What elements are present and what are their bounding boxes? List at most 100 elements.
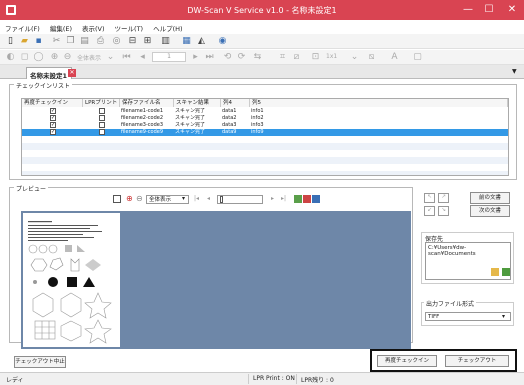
menu-help[interactable]: ヘルプ(H) — [148, 20, 187, 33]
last-page-icon[interactable]: ▸| — [281, 195, 286, 202]
open-icon[interactable]: ▰ — [19, 36, 30, 47]
column-header[interactable]: 保存ファイル名 — [120, 99, 174, 107]
prev-page-icon[interactable]: ◂ — [207, 195, 210, 202]
first-page-icon[interactable]: ⏮ — [121, 52, 132, 63]
checkbox[interactable]: ✓ — [50, 115, 56, 121]
new-icon[interactable]: ▯ — [5, 36, 16, 47]
checkout-icon[interactable]: ◭ — [196, 36, 207, 47]
menu-view[interactable]: 表示(V) — [77, 20, 110, 33]
lpr-cell[interactable] — [83, 115, 120, 122]
checkbox[interactable] — [99, 108, 105, 114]
zoom-dropdown-icon[interactable]: ⌄ — [105, 52, 116, 63]
lpr-cell[interactable] — [83, 108, 120, 115]
checkin-table[interactable]: 再度チェックイン LPRプリント 保存ファイル名 スキャン結果 列4 列5 ✓ f… — [21, 98, 509, 176]
table-row[interactable]: ✓ filename2-code2 スキャン完了 data2 info2 — [22, 115, 508, 122]
checkbox[interactable] — [99, 115, 105, 121]
page-slider-thumb[interactable] — [220, 196, 223, 203]
filter-icon[interactable]: ⧅ — [366, 52, 377, 63]
prev-document-button[interactable]: 前の文書 — [470, 192, 510, 204]
stop-checkout-button[interactable]: チェックアウト中止 — [14, 356, 66, 368]
image-icon[interactable] — [303, 195, 311, 203]
table-row[interactable]: ✓ filename3-code3 スキャン完了 data3 info3 — [22, 122, 508, 129]
paste-icon[interactable]: ▤ — [79, 36, 90, 47]
close-button[interactable]: ✕ — [500, 0, 524, 20]
first-page-icon[interactable]: |◂ — [194, 195, 199, 202]
recheck-cell[interactable]: ✓ — [22, 115, 83, 122]
cut-icon[interactable]: ✂ — [51, 36, 62, 47]
fit-page-icon[interactable] — [113, 195, 121, 203]
tab-close-icon[interactable]: ✕ — [68, 69, 76, 77]
zoom-select[interactable]: 全体表示 — [77, 53, 101, 62]
menu-file[interactable]: ファイル(F) — [0, 20, 45, 33]
recheckin-button[interactable]: 再度チェックイン — [377, 355, 437, 367]
last-page-icon[interactable]: ⏭ — [204, 52, 215, 63]
rotate-left-icon[interactable]: ⟲ — [222, 52, 233, 63]
flip-icon[interactable]: ⇆ — [252, 52, 263, 63]
zoom-in-icon[interactable]: ⊕ — [126, 194, 133, 203]
export-icon[interactable] — [294, 195, 302, 203]
rotate-right-icon[interactable]: ⟳ — [236, 52, 247, 63]
tab-document[interactable]: 名称未設定1 — [26, 67, 72, 80]
format-select[interactable]: TIFF — [425, 312, 511, 321]
next-document-button[interactable]: 次の文書 — [470, 205, 510, 217]
chevron-down-icon[interactable]: ▾ — [502, 313, 505, 320]
scan-icon[interactable]: ◎ — [111, 36, 122, 47]
copy-icon[interactable]: ❐ — [65, 36, 76, 47]
column-header[interactable]: 再度チェックイン — [22, 99, 83, 107]
column-header[interactable]: 列4 — [221, 99, 250, 107]
page-slider[interactable] — [217, 195, 263, 204]
lpr-cell[interactable] — [83, 122, 120, 129]
checkbox[interactable] — [99, 129, 105, 135]
minimize-button[interactable]: — — [458, 0, 478, 20]
chevron-down-icon[interactable]: ▾ — [182, 195, 185, 202]
next-page-icon[interactable]: ▸ — [271, 195, 274, 202]
checkbox[interactable] — [99, 122, 105, 128]
tab-menu-icon[interactable]: ▼ — [512, 68, 517, 75]
select-icon[interactable]: ◻ — [19, 52, 30, 63]
size-dropdown-icon[interactable]: ⌄ — [349, 52, 360, 63]
refresh-icon[interactable] — [502, 268, 510, 276]
save-icon[interactable]: ▪ — [33, 36, 44, 47]
recheck-cell[interactable]: ✓ — [22, 108, 83, 115]
column-header[interactable]: スキャン結果 — [174, 99, 221, 107]
zoom-out-icon[interactable]: ⊖ — [136, 194, 143, 203]
nav-down-right-icon[interactable]: ↘ — [438, 206, 449, 216]
frame-icon[interactable]: ▢ — [412, 52, 423, 63]
crop-icon[interactable]: ⌗ — [277, 52, 288, 63]
prev-page-icon[interactable]: ◂ — [137, 52, 148, 63]
thumbnail-icon[interactable]: ▦ — [181, 36, 192, 47]
lasso-icon[interactable]: ◯ — [33, 52, 44, 63]
column-header[interactable]: 列5 — [250, 99, 508, 107]
zoom-out-icon[interactable]: ⊖ — [62, 52, 73, 63]
table-row[interactable]: ✓ filename9-code9 スキャン完了 data9 info9 — [22, 129, 508, 136]
checkbox[interactable]: ✓ — [50, 122, 56, 128]
fit-icon[interactable]: ⊡ — [310, 52, 321, 63]
nav-down-left-icon[interactable]: ↙ — [424, 206, 435, 216]
capture-icon[interactable]: ◐ — [5, 52, 16, 63]
menu-edit[interactable]: 編集(E) — [45, 20, 77, 33]
folder-icon[interactable] — [491, 268, 499, 276]
maximize-button[interactable]: ☐ — [479, 0, 499, 20]
column-header[interactable]: LPRプリント — [83, 99, 120, 107]
text-icon[interactable]: A — [389, 52, 400, 63]
nav-up-right-icon[interactable]: ↗ — [438, 193, 449, 203]
page-number-input[interactable]: 1 — [152, 52, 186, 62]
deskew-icon[interactable]: ⧄ — [291, 52, 302, 63]
document-icon[interactable]: ▥ — [160, 36, 171, 47]
nav-up-left-icon[interactable]: ↖ — [424, 193, 435, 203]
split-view-icon[interactable]: ⊟ — [127, 36, 138, 47]
size-label[interactable]: 1x1 — [326, 53, 337, 60]
next-page-icon[interactable]: ▸ — [190, 52, 201, 63]
recheck-cell[interactable]: ✓ — [22, 122, 83, 129]
recheck-cell[interactable]: ✓ — [22, 129, 83, 136]
checkbox[interactable]: ✓ — [50, 108, 56, 114]
zoom-in-icon[interactable]: ⊕ — [49, 52, 60, 63]
info-icon[interactable]: ◉ — [217, 36, 228, 47]
print-icon[interactable]: ⎙ — [95, 36, 106, 47]
checkbox[interactable]: ✓ — [50, 129, 56, 135]
menu-tools[interactable]: ツール(T) — [110, 20, 149, 33]
lpr-cell[interactable] — [83, 129, 120, 136]
layout-icon[interactable]: ⊞ — [142, 36, 153, 47]
properties-icon[interactable] — [312, 195, 320, 203]
table-row[interactable]: ✓ filename1-code1 スキャン完了 data1 info1 — [22, 108, 508, 115]
